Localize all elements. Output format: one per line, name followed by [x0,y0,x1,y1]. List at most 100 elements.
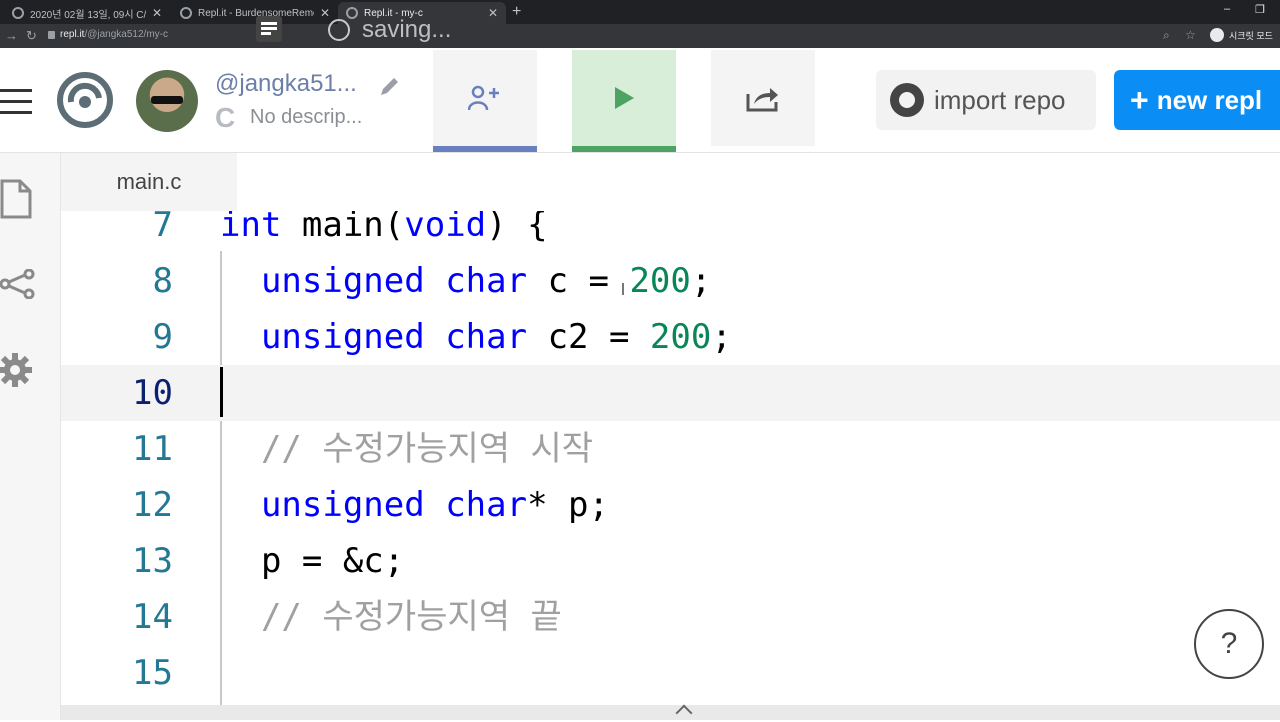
app-header: @jangka51... C No descrip... import repo… [0,48,1280,153]
minimize-icon[interactable]: – [1224,3,1230,15]
save-status: saving... [328,16,451,44]
file-tab-label: main.c [116,169,182,194]
address-bar: → ↻ repl.it/@jangka512/my-c ⌕ ☆ 시크릿 모드 [0,24,1280,48]
play-icon [615,87,634,109]
tab-close-icon[interactable]: ✕ [152,6,162,20]
code-token: unsigned [260,317,425,357]
repl-owner-username[interactable]: @jangka51... [215,70,357,98]
new-tab-icon[interactable]: + [512,3,521,21]
restore-icon[interactable]: ❐ [1255,3,1265,16]
code-token: // 수정가능지역 시작 [260,429,594,469]
code-token: main( [281,211,405,245]
code-line[interactable]: 9 unsigned char c2 = 200; [61,309,1280,365]
line-number: 7 [152,211,173,245]
console-toggle-bar[interactable] [61,704,1280,722]
code-token: char [445,317,528,357]
incognito-icon [1210,28,1224,42]
lock-icon [48,31,55,39]
code-line[interactable]: 15 [61,645,1280,701]
add-user-icon [468,85,499,111]
zoom-icon[interactable]: ⌕ [1163,28,1170,43]
import-repo-button[interactable]: import repo [876,70,1096,130]
code-text: unsigned char c = 200; [220,253,711,309]
url-host: repl.it [60,29,85,40]
reload-icon[interactable]: ↻ [26,28,37,44]
github-icon [890,83,924,117]
code-editor[interactable]: 7 int main(void) {8 unsigned char c = 200… [61,211,1280,705]
line-number: 15 [132,653,173,693]
plus-icon: + [1130,81,1149,118]
help-label: ? [1220,627,1238,660]
code-text: unsigned char c2 = 200; [220,309,732,365]
code-token: char [445,485,528,525]
browser-tab-1[interactable]: 2020년 02월 13일, 09시 C/자드 ✕ [4,2,170,24]
code-text: p = &c; [220,533,404,589]
left-sidebar [0,153,61,720]
file-tab-main-c[interactable]: main.c [61,153,237,211]
new-repl-label: new repl [1156,84,1263,115]
code-token: unsigned [260,261,425,301]
tab-favicon-icon [12,7,24,19]
version-control-icon[interactable] [0,269,36,299]
settings-gear-icon[interactable] [0,351,34,389]
line-number: 10 [132,373,173,413]
edit-pencil-icon[interactable] [378,74,402,98]
text-cursor [220,367,223,417]
code-line[interactable]: 8 unsigned char c = 200; [61,253,1280,309]
incognito-label: 시크릿 모드 [1229,30,1273,41]
share-button[interactable] [711,50,815,146]
code-token: ; [690,261,712,301]
code-line[interactable]: 7 int main(void) { [61,211,1280,253]
line-number: 12 [132,485,173,525]
code-line[interactable]: 10 [61,365,1280,421]
browser-tab-2[interactable]: Repl.it - BurdensomeRemorseful ✕ [172,2,338,24]
invite-button[interactable] [433,50,537,152]
tab-title: 2020년 02월 13일, 09시 C/자드 [30,9,146,21]
run-button[interactable] [572,50,676,152]
line-number: 8 [152,261,173,301]
code-text: unsigned char* p; [220,477,609,533]
share-icon [746,88,778,112]
bookmark-star-icon[interactable]: ☆ [1185,28,1196,42]
repl-description[interactable]: No descrip... [250,106,362,129]
code-line[interactable]: 12 unsigned char* p; [61,477,1280,533]
files-icon[interactable] [0,179,34,219]
menu-icon[interactable] [0,89,32,122]
code-token: // 수정가능지역 끝 [260,597,562,637]
code-token: * p; [527,485,609,525]
mouse-ibeam-icon [622,283,624,295]
forward-icon[interactable]: → [5,28,18,43]
url-field[interactable]: repl.it/@jangka512/my-c [60,29,168,40]
help-button[interactable]: ? [1194,609,1264,679]
code-token: void [404,211,487,245]
url-path: /@jangka512/my-c [84,29,168,40]
tab-favicon-icon [180,7,192,19]
code-token: int [220,211,282,245]
new-repl-button[interactable]: + new repl [1114,70,1280,130]
replit-logo-icon[interactable] [57,72,113,128]
code-token: p = &c; [220,541,405,581]
code-token: char [445,261,528,301]
line-number: 14 [132,597,173,637]
file-tab-bar: main.c [61,153,1280,211]
incognito-indicator[interactable]: 시크릿 모드 [1210,28,1273,42]
format-document-icon[interactable] [256,16,282,42]
tab-close-icon[interactable]: ✕ [488,6,498,20]
code-token: 200 [649,317,712,357]
code-token: c = [527,261,630,301]
chevron-up-icon[interactable] [675,704,693,722]
code-line[interactable]: 13 p = &c; [61,533,1280,589]
code-line[interactable]: 11 // 수정가능지역 시작 [61,421,1280,477]
import-repo-label: import repo [934,84,1066,115]
line-number: 13 [132,541,173,581]
save-status-label: saving... [362,16,452,43]
avatar[interactable] [136,70,198,132]
code-token: 200 [629,261,691,301]
code-line[interactable]: 14 // 수정가능지역 끝 [61,589,1280,645]
